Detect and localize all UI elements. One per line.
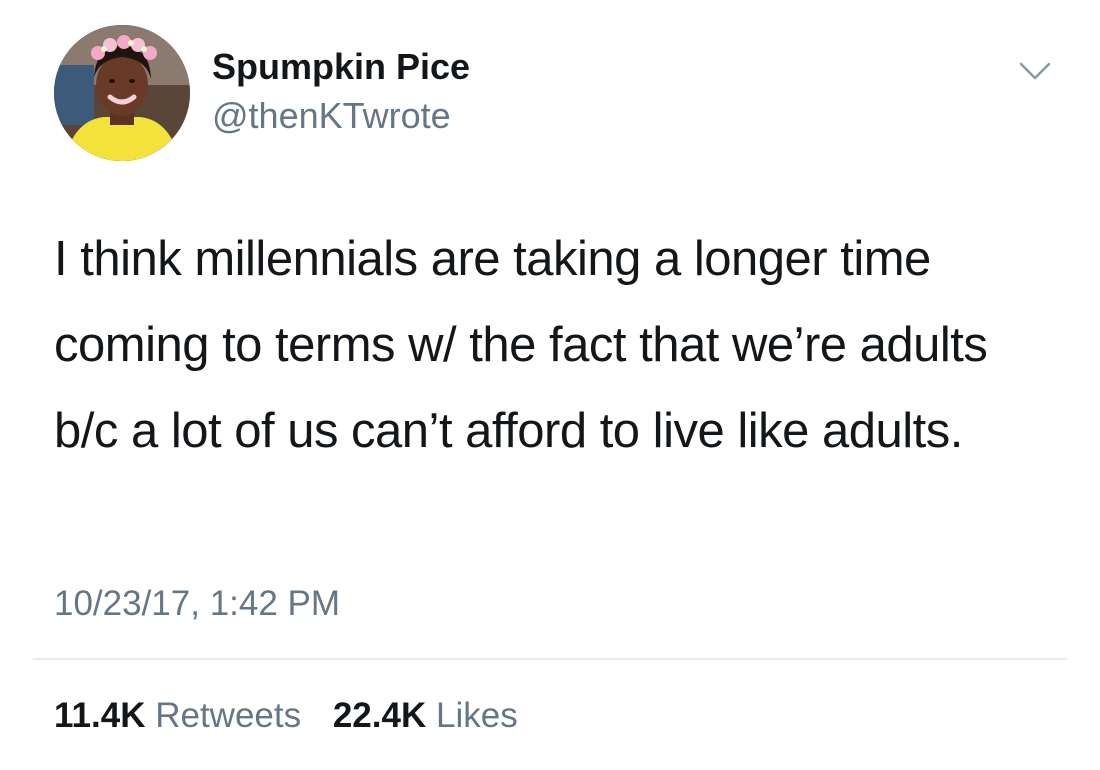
chevron-down-icon[interactable] (1018, 60, 1052, 82)
author-display-name[interactable]: Spumpkin Pice (212, 46, 470, 88)
tweet-card: Spumpkin Pice @thenKTwrote I think mille… (0, 0, 1100, 770)
likes-count: 22.4K (332, 696, 427, 735)
tweet-stats: 11.4K Retweets 22.4K Likes (54, 694, 540, 738)
avatar-photo-icon (54, 25, 190, 161)
likes-stat[interactable]: 22.4K Likes (333, 694, 518, 738)
retweets-count: 11.4K (54, 696, 146, 735)
author-avatar[interactable] (54, 25, 190, 161)
likes-label: Likes (435, 696, 518, 735)
retweets-label: Retweets (155, 696, 302, 735)
tweet-text: I think millennials are taking a longer … (54, 232, 988, 458)
divider (33, 658, 1067, 660)
tweet-timestamp[interactable]: 10/23/17, 1:42 PM (54, 582, 340, 626)
author-handle[interactable]: @thenKTwrote (212, 95, 451, 137)
retweets-stat[interactable]: 11.4K Retweets (54, 694, 301, 738)
